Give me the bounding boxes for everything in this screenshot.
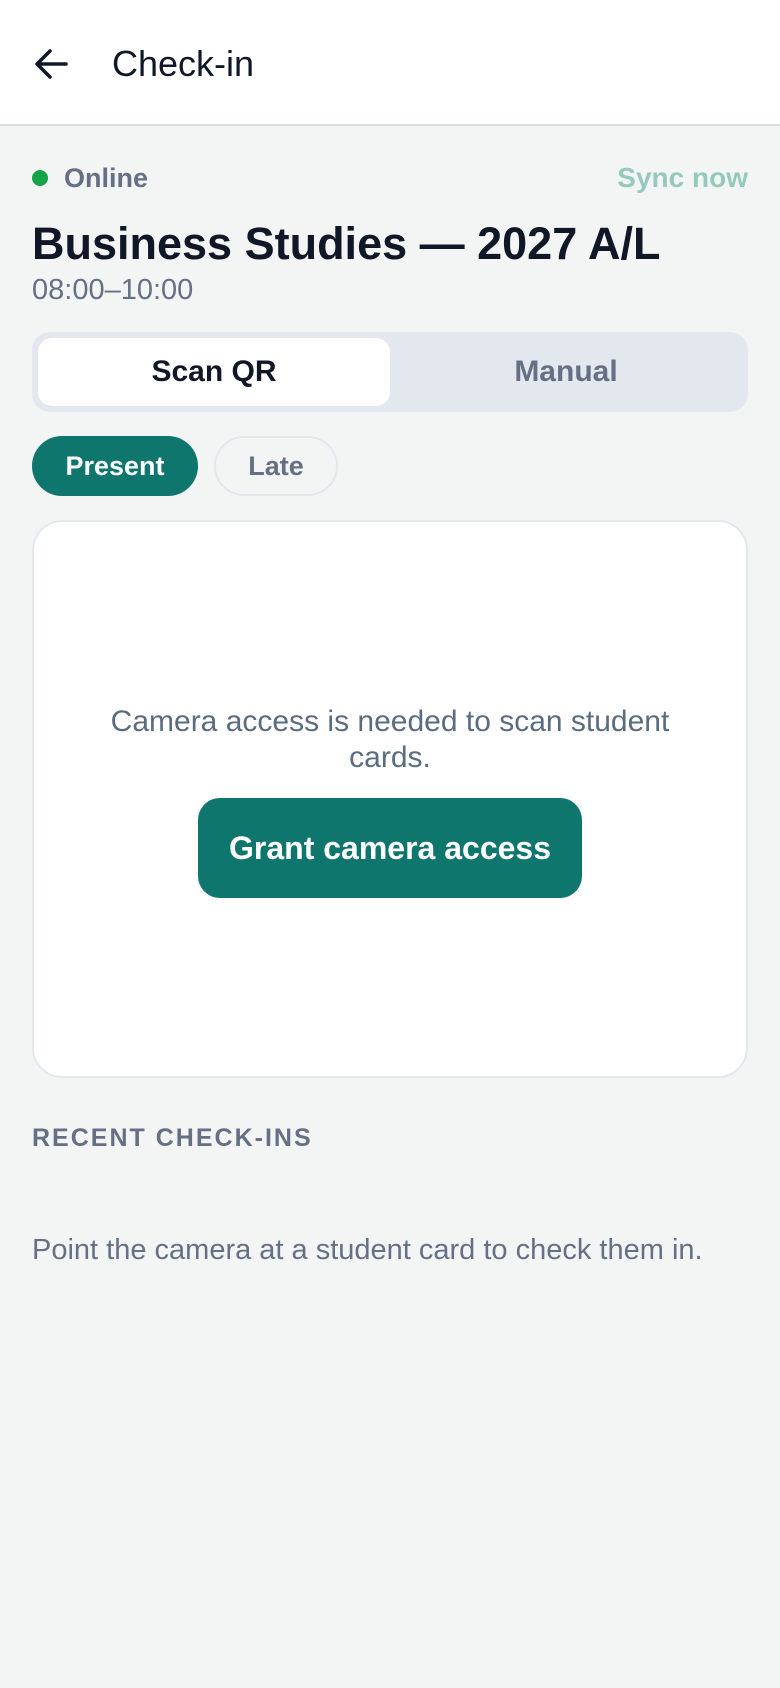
app-bar: Check-in [0, 0, 780, 126]
chip-present[interactable]: Present [32, 436, 198, 496]
page-title: Check-in [112, 43, 255, 84]
connection-status-label: Online [64, 163, 149, 193]
camera-permission-message: Camera access is needed to scan student … [110, 705, 670, 774]
recent-checkins-header: RECENT CHECK-INS [32, 1124, 313, 1152]
tab-manual[interactable]: Manual [390, 338, 742, 406]
tab-scan-qr[interactable]: Scan QR [38, 338, 390, 406]
session-time: 08:00–10:00 [32, 274, 194, 306]
sync-now-button[interactable]: Sync now [617, 160, 748, 196]
grant-camera-access-button[interactable]: Grant camera access [198, 798, 582, 898]
session-title: Business Studies — 2027 A/L [32, 218, 661, 269]
back-button[interactable] [28, 40, 76, 88]
arrow-left-icon [35, 49, 68, 79]
mode-segmented-control: Scan QR Manual [32, 332, 748, 412]
recent-checkins-empty-message: Point the camera at a student card to ch… [32, 1234, 703, 1266]
chip-late[interactable]: Late [214, 436, 338, 496]
camera-preview-card: Camera access is needed to scan student … [32, 520, 748, 1078]
online-status-dot-icon [32, 170, 48, 186]
connection-status-row: Online Sync now [32, 160, 748, 196]
